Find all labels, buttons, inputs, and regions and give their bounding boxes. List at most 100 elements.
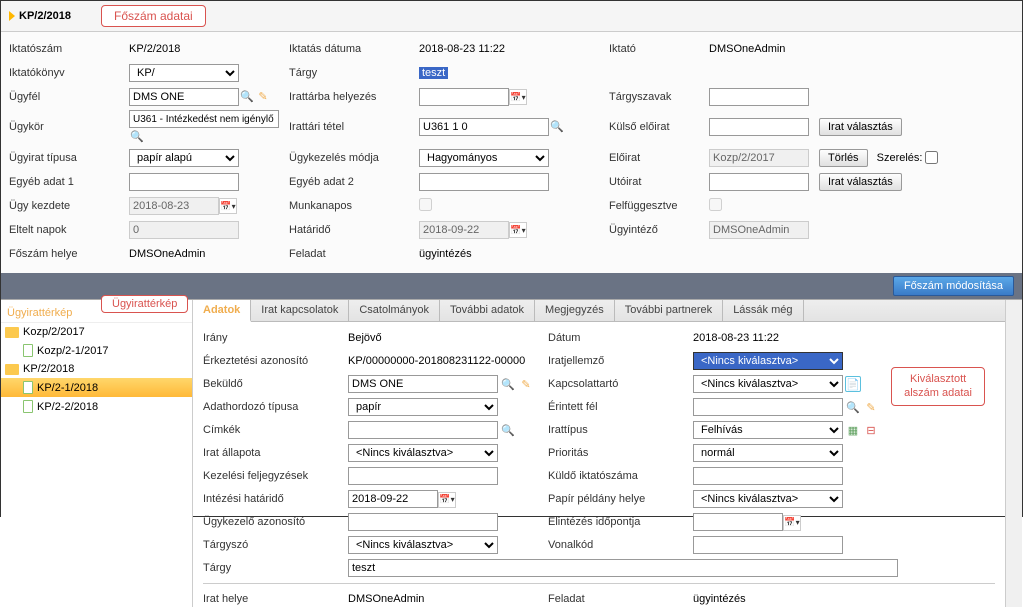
clear-icon[interactable]: ⊟ — [863, 422, 879, 438]
date-input[interactable] — [693, 513, 783, 531]
tab-adatok[interactable]: Adatok — [193, 300, 251, 322]
input-irattarba[interactable] — [419, 88, 509, 106]
search-icon[interactable]: 🔍 — [500, 376, 516, 392]
select-ugyirat-tipusa[interactable]: papír alapú — [129, 149, 239, 167]
select-field[interactable]: normál — [693, 444, 843, 462]
label-iktatokonyv: Iktatókönyv — [9, 67, 129, 79]
label-szereles: Szerelés: — [877, 152, 923, 164]
select-field[interactable]: <Nincs kiválasztva> — [693, 490, 843, 508]
input-targyszavak[interactable] — [709, 88, 809, 106]
tab-további-partnerek[interactable]: További partnerek — [615, 300, 723, 321]
value-iktatoszam: KP/2/2018 — [129, 43, 289, 55]
edit-icon[interactable]: ✎ — [863, 399, 879, 415]
label-ugyirat-tipusa: Ügyirat típusa — [9, 152, 129, 164]
input-eloirat — [709, 149, 809, 167]
text-input[interactable] — [348, 467, 498, 485]
search-icon[interactable]: 🔍 — [239, 88, 255, 104]
select-ugykezeles-modja[interactable]: Hagyományos — [419, 149, 549, 167]
detail-value: <Nincs kiválasztva> — [348, 444, 548, 462]
edit-icon[interactable]: ✎ — [255, 88, 271, 104]
tree-item[interactable]: KP/2-2/2018 — [1, 397, 192, 416]
detail-value: <Nincs kiválasztva> — [693, 490, 893, 508]
input-utoirat[interactable] — [709, 173, 809, 191]
folder-icon — [5, 364, 19, 375]
detail-label: Iratjellemző — [548, 355, 693, 367]
label-targy: Tárgy — [289, 67, 419, 79]
footer-value: DMSOneAdmin — [348, 593, 548, 605]
text-input[interactable] — [348, 375, 498, 393]
edit-icon[interactable]: ✎ — [518, 376, 534, 392]
detail-label: Irat állapota — [203, 447, 348, 459]
detail-value: 🔍✎ — [693, 398, 893, 416]
calendar-icon[interactable]: 📅▾ — [438, 492, 456, 508]
tab-csatolmányok[interactable]: Csatolmányok — [349, 300, 440, 321]
text-input[interactable] — [348, 513, 498, 531]
text-input[interactable] — [348, 559, 898, 577]
search-icon[interactable]: 🔍 — [845, 399, 861, 415]
tab-lássák-még[interactable]: Lássák még — [723, 300, 803, 321]
detail-label: Érintett fél — [548, 401, 693, 413]
tab-megjegyzés[interactable]: Megjegyzés — [535, 300, 615, 321]
torles-button[interactable]: Törlés — [819, 149, 868, 167]
irat-valasztas-button[interactable]: Irat választás — [819, 118, 902, 136]
detail-label: Címkék — [203, 424, 348, 436]
text-input[interactable] — [693, 398, 843, 416]
select-field[interactable]: papír — [348, 398, 498, 416]
tree-item[interactable]: KP/2-1/2018 — [1, 378, 192, 397]
static-value: 2018-08-23 11:22 — [693, 332, 779, 344]
select-field[interactable]: <Nincs kiválasztva> — [348, 444, 498, 462]
detail-value: Felhívás▦⊟ — [693, 421, 893, 439]
page-title: KP/2/2018 — [19, 10, 71, 22]
input-egyeb1[interactable] — [129, 173, 239, 191]
tab-további-adatok[interactable]: További adatok — [440, 300, 535, 321]
calendar-icon[interactable]: 📅▾ — [219, 198, 237, 214]
detail-label: Papír példány helye — [548, 493, 693, 505]
label-iktato: Iktató — [609, 43, 709, 55]
checkbox-szereles[interactable] — [925, 151, 938, 164]
search-icon[interactable]: 🔍 — [500, 422, 516, 438]
page-icon[interactable]: 📄 — [845, 376, 861, 392]
grid-icon[interactable]: ▦ — [845, 422, 861, 438]
value-foszam-helye: DMSOneAdmin — [129, 248, 289, 260]
search-icon[interactable]: 🔍 — [549, 119, 565, 135]
text-input[interactable] — [348, 421, 498, 439]
select-field[interactable]: <Nincs kiválasztva> — [693, 352, 843, 370]
tree-item-label: KP/2-2/2018 — [37, 401, 98, 413]
irat-valasztas-button-2[interactable]: Irat választás — [819, 173, 902, 191]
label-irattari-tetel: Irattári tétel — [289, 121, 419, 133]
tree-item[interactable]: Kozp/2/2017 — [1, 323, 192, 341]
tab-irat-kapcsolatok[interactable]: Irat kapcsolatok — [251, 300, 349, 321]
select-field[interactable]: <Nincs kiválasztva> — [348, 536, 498, 554]
detail-value: 2018-08-23 11:22 — [693, 332, 893, 344]
search-icon[interactable]: 🔍 — [129, 128, 145, 144]
label-egyeb2: Egyéb adat 2 — [289, 176, 419, 188]
expand-arrow-icon[interactable] — [9, 11, 15, 21]
detail-value: 📅▾ — [693, 513, 893, 531]
select-field[interactable]: <Nincs kiválasztva> — [693, 375, 843, 393]
detail-label: Prioritás — [548, 447, 693, 459]
input-ugyfel[interactable] — [129, 88, 239, 106]
scrollbar[interactable] — [1005, 300, 1022, 607]
detail-value: papír — [348, 398, 548, 416]
document-icon — [23, 344, 33, 357]
calendar-icon[interactable]: 📅▾ — [509, 89, 527, 105]
select-iktatokonyv[interactable]: KP/ — [129, 64, 239, 82]
label-kulso-eloirat: Külső előirat — [609, 121, 709, 133]
input-ugykor[interactable] — [129, 110, 279, 128]
tree-item[interactable]: KP/2/2018 — [1, 360, 192, 378]
foszam-modositasa-button[interactable]: Főszám módosítása — [893, 276, 1014, 296]
detail-body: Kiválasztottalszám adatai IrányBejövőDát… — [193, 322, 1005, 607]
tree-item[interactable]: Kozp/2-1/2017 — [1, 341, 192, 360]
input-kulso-eloirat[interactable] — [709, 118, 809, 136]
detail-value: <Nincs kiválasztva>📄 — [693, 375, 893, 393]
calendar-icon[interactable]: 📅▾ — [509, 222, 527, 238]
value-iktatas-datuma: 2018-08-23 11:22 — [419, 43, 609, 55]
detail-label: Tárgy — [203, 562, 348, 574]
text-input[interactable] — [693, 536, 843, 554]
date-input[interactable] — [348, 490, 438, 508]
input-egyeb2[interactable] — [419, 173, 549, 191]
select-field[interactable]: Felhívás — [693, 421, 843, 439]
value-targy-selected[interactable]: teszt — [419, 67, 448, 79]
input-irattari-tetel[interactable] — [419, 118, 549, 136]
text-input[interactable] — [693, 467, 843, 485]
